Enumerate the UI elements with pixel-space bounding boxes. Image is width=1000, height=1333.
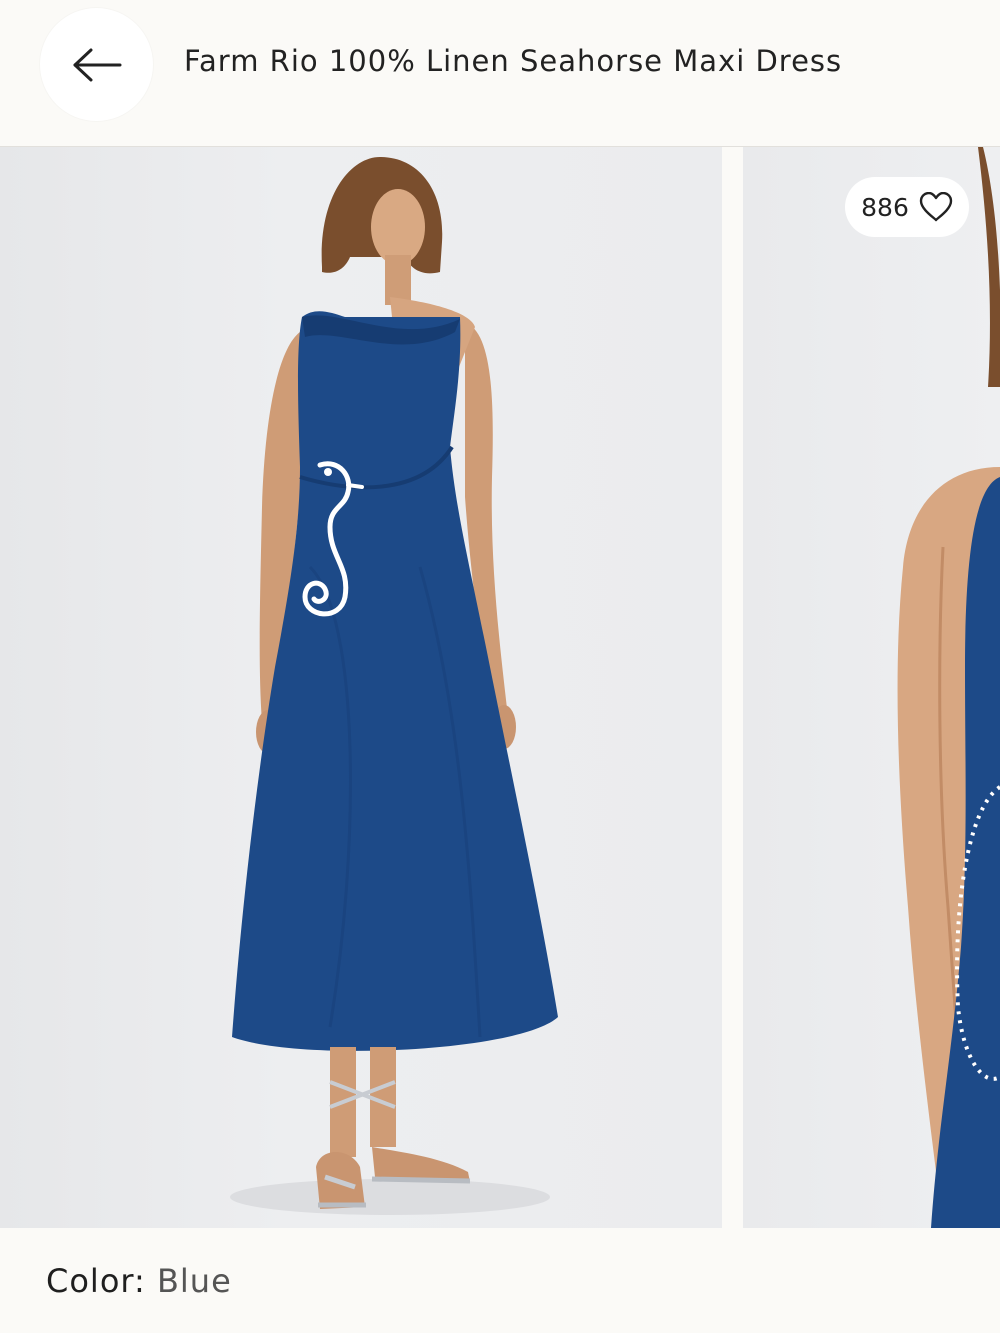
model-side-illustration bbox=[897, 147, 1000, 1228]
color-label: Color: bbox=[46, 1262, 146, 1300]
like-count: 886 bbox=[861, 192, 909, 222]
heart-outline-icon bbox=[919, 192, 953, 222]
like-button[interactable]: 886 bbox=[845, 177, 969, 237]
page-title: Farm Rio 100% Linen Seahorse Maxi Dress bbox=[184, 44, 843, 78]
color-value: Blue bbox=[156, 1262, 232, 1300]
product-photo-front[interactable] bbox=[0, 147, 722, 1228]
arrow-left-icon bbox=[73, 48, 121, 81]
back-button[interactable] bbox=[40, 8, 153, 121]
product-photo-side[interactable] bbox=[743, 147, 1000, 1228]
top-bar: Farm Rio 100% Linen Seahorse Maxi Dress bbox=[0, 0, 1000, 147]
model-front-illustration bbox=[230, 157, 558, 1215]
product-image-carousel[interactable] bbox=[0, 147, 1000, 1228]
color-selection-label: Color: Blue bbox=[46, 1262, 232, 1300]
